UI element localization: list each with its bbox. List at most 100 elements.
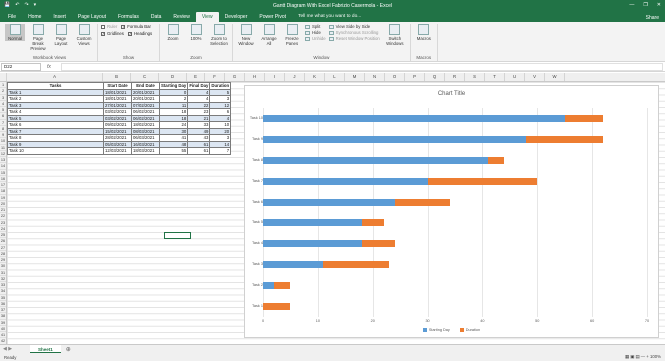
row-header[interactable]: 15 — [0, 170, 6, 176]
bar-starting-day[interactable] — [263, 261, 324, 269]
normal-view-button[interactable]: Normal — [5, 24, 25, 41]
tab-page-layout[interactable]: Page Layout — [72, 12, 112, 22]
quick-access-toolbar[interactable]: 💾 ↶ ↷ ▾ — [4, 2, 36, 8]
tab-review[interactable]: Review — [167, 12, 195, 22]
row-header[interactable]: 34 — [0, 288, 6, 295]
tab-file[interactable]: File — [2, 12, 22, 22]
column-header[interactable]: J — [285, 73, 305, 81]
bar-duration[interactable] — [427, 177, 538, 185]
headings-checkbox[interactable]: ✓ Headings — [127, 31, 152, 37]
column-header[interactable]: R — [445, 73, 465, 81]
minimize-button[interactable]: — — [629, 2, 634, 8]
table-header[interactable]: Starting Day — [158, 82, 189, 90]
column-header[interactable]: G — [225, 73, 245, 81]
reset-position-button[interactable]: Reset Window Position — [328, 36, 380, 42]
selected-cell[interactable] — [164, 232, 191, 239]
add-sheet-icon[interactable]: ⊕ — [66, 346, 71, 353]
row-header[interactable]: 31 — [0, 270, 6, 276]
table-cell[interactable]: 18/03/2021 — [131, 147, 160, 155]
chart-legend[interactable]: Starting Day Duration — [245, 328, 658, 332]
column-header[interactable]: K — [305, 73, 325, 81]
bar-starting-day[interactable] — [263, 114, 565, 122]
freeze-panes-button[interactable]: Freeze Panes — [282, 24, 302, 46]
column-header[interactable]: L — [325, 73, 345, 81]
tab-data[interactable]: Data — [145, 12, 168, 22]
row-header[interactable]: 39 — [0, 320, 6, 326]
table-cell[interactable]: 61 — [187, 147, 211, 155]
zoom-100-button[interactable]: 100% — [186, 24, 206, 41]
tab-developer[interactable]: Developer — [219, 12, 254, 22]
tell-me-input[interactable]: Tell me what you want to do... — [298, 12, 361, 22]
table-header[interactable]: Duration — [209, 82, 232, 90]
new-window-button[interactable]: New Window — [236, 24, 256, 46]
table-header[interactable]: Final Day — [187, 82, 211, 90]
bar-duration[interactable] — [361, 240, 395, 248]
column-header[interactable]: N — [365, 73, 385, 81]
unhide-button[interactable]: Unhide — [305, 36, 326, 42]
zoom-to-selection-button[interactable]: Zoom to Selection — [209, 24, 229, 46]
tab-formulas[interactable]: Formulas — [112, 12, 145, 22]
close-button[interactable]: ✕ — [657, 2, 661, 8]
bar-starting-day[interactable] — [263, 282, 274, 290]
page-layout-view-button[interactable]: Page Layout — [51, 24, 71, 46]
name-box[interactable]: D22 — [1, 62, 41, 71]
row-header[interactable]: 38 — [0, 313, 6, 320]
zoom-controls[interactable]: ▦ ▣ ▤ — + 100% — [625, 354, 661, 360]
row-header[interactable]: 23 — [0, 220, 6, 226]
formula-bar-checkbox[interactable]: ✓ Formula Bar — [121, 24, 151, 30]
bar-duration[interactable] — [564, 114, 604, 122]
ruler-checkbox[interactable]: Ruler — [101, 24, 117, 30]
bar-duration[interactable] — [361, 219, 384, 227]
row-header[interactable]: 27 — [0, 245, 6, 251]
share-button[interactable]: Share — [646, 15, 659, 21]
page-break-preview-button[interactable]: Page Break Preview — [28, 24, 48, 51]
maximize-button[interactable]: ❐ — [643, 2, 647, 8]
column-header[interactable]: F — [205, 73, 225, 81]
bar-starting-day[interactable] — [263, 219, 362, 227]
column-header[interactable]: E — [187, 73, 205, 81]
select-all-corner[interactable] — [0, 73, 7, 81]
column-header[interactable]: V — [525, 73, 545, 81]
save-icon[interactable]: 💾 — [4, 2, 10, 8]
table-cell[interactable]: 55 — [158, 147, 189, 155]
table-cell[interactable]: 12/03/2021 — [103, 147, 132, 155]
tab-insert[interactable]: Insert — [47, 12, 72, 22]
chart-title[interactable]: Chart Title — [245, 91, 658, 97]
bar-starting-day[interactable] — [263, 156, 488, 164]
tab-home[interactable]: Home — [22, 12, 47, 22]
row-header[interactable]: 18 — [0, 188, 6, 195]
column-header[interactable]: O — [385, 73, 405, 81]
customize-qat-icon[interactable]: ▾ — [34, 2, 37, 8]
table-header[interactable]: Start Date — [103, 82, 132, 90]
bar-duration[interactable] — [394, 198, 450, 206]
column-header[interactable]: D — [159, 73, 187, 81]
gantt-chart[interactable]: Chart Title Starting Day Duration 0 10 20 3… — [244, 85, 659, 338]
bar-starting-day[interactable] — [263, 177, 428, 185]
bar-duration[interactable] — [487, 156, 505, 164]
column-header[interactable]: A — [7, 73, 103, 81]
tab-view[interactable]: View — [195, 12, 219, 22]
bar-duration[interactable] — [323, 261, 390, 269]
column-header[interactable]: U — [505, 73, 525, 81]
bar-starting-day[interactable] — [263, 240, 362, 248]
row-header[interactable]: 14 — [0, 163, 6, 170]
custom-views-button[interactable]: Custom Views — [74, 24, 94, 46]
undo-icon[interactable]: ↶ — [15, 2, 19, 8]
column-header[interactable]: C — [131, 73, 159, 81]
row-header[interactable]: 19 — [0, 195, 6, 201]
arrange-all-button[interactable]: Arrange All — [259, 24, 279, 46]
bar-duration[interactable] — [263, 303, 291, 311]
macros-button[interactable]: Macros — [414, 24, 434, 41]
row-header[interactable]: 35 — [0, 295, 6, 301]
row-header[interactable]: 10 — [0, 138, 6, 145]
column-header[interactable]: W — [545, 73, 565, 81]
bar-duration[interactable] — [526, 135, 604, 143]
gridlines-checkbox[interactable]: ✓ Gridlines — [101, 31, 124, 37]
fx-icon[interactable]: fx — [47, 64, 61, 70]
switch-windows-button[interactable]: Switch Windows — [383, 24, 407, 46]
row-header[interactable]: 26 — [0, 238, 6, 245]
bar-duration[interactable] — [273, 282, 291, 290]
redo-icon[interactable]: ↷ — [24, 2, 28, 8]
bar-starting-day[interactable] — [263, 135, 527, 143]
bar-starting-day[interactable] — [263, 198, 395, 206]
